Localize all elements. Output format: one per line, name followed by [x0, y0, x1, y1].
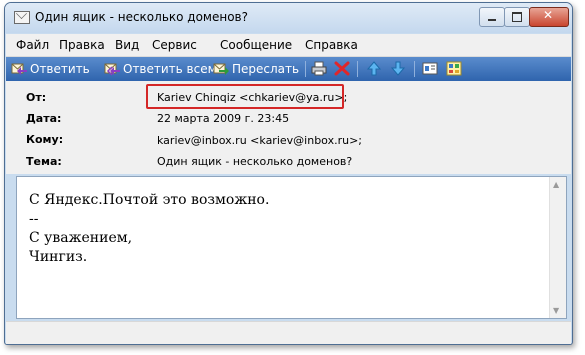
encoding-icon	[446, 61, 462, 76]
menu-help[interactable]: Справка	[305, 38, 358, 52]
menu-file[interactable]: Файл	[16, 38, 49, 52]
message-text: С Яндекс.Почтой это возможно. -- С уваже…	[29, 191, 269, 267]
message-line: С уважением,	[29, 230, 133, 246]
vertical-scrollbar[interactable]: ▲ ▼	[549, 177, 566, 318]
status-bar	[6, 321, 571, 344]
delete-button[interactable]	[334, 60, 352, 78]
forward-button[interactable]: Переслать	[213, 60, 301, 78]
next-icon	[390, 61, 406, 76]
scroll-up-icon[interactable]: ▲	[553, 180, 559, 189]
print-icon	[311, 61, 327, 76]
next-button[interactable]	[390, 60, 408, 78]
date-value: 22 марта 2009 г. 23:45	[157, 112, 290, 125]
envelope-icon	[14, 11, 30, 24]
reply-button[interactable]: Ответить	[11, 60, 99, 78]
toolbar-separator	[305, 61, 306, 77]
forward-icon	[213, 63, 229, 75]
forward-label: Переслать	[232, 62, 300, 76]
date-label: Дата:	[26, 112, 62, 125]
contacts-icon	[422, 62, 438, 75]
subject-label: Тема:	[26, 155, 62, 168]
message-line: Чингиз.	[29, 249, 88, 265]
print-button[interactable]	[311, 60, 329, 78]
sender-highlight-box	[146, 84, 344, 109]
menu-bar: Файл Правка Вид Сервис Сообщение Справка	[6, 34, 571, 57]
menu-edit[interactable]: Правка	[59, 38, 105, 52]
message-body[interactable]: С Яндекс.Почтой это возможно. -- С уваже…	[16, 176, 567, 319]
encoding-button[interactable]	[446, 60, 464, 78]
minimize-button[interactable]	[479, 7, 505, 27]
reply-all-label: Ответить всем	[123, 62, 217, 76]
delete-icon	[334, 61, 350, 76]
menu-view[interactable]: Вид	[115, 38, 139, 52]
mail-window: Один ящик - несколько доменов? Файл Прав…	[4, 2, 573, 345]
to-value[interactable]: kariev@inbox.ru <kariev@inbox.ru>;	[157, 134, 362, 147]
message-line: --	[29, 211, 39, 227]
previous-icon	[366, 61, 382, 76]
previous-button[interactable]	[366, 60, 384, 78]
menu-tools[interactable]: Сервис	[152, 38, 197, 52]
from-label: От:	[26, 91, 47, 104]
menu-message[interactable]: Сообщение	[220, 38, 292, 52]
window-title: Один ящик - несколько доменов?	[35, 10, 248, 24]
toolbar-separator	[414, 61, 415, 77]
toolbar: Ответить Ответить всем Переслать	[6, 57, 571, 81]
toolbar-separator	[357, 61, 358, 77]
maximize-button[interactable]	[504, 7, 530, 27]
subject-value: Один ящик - несколько доменов?	[157, 155, 353, 168]
reply-all-icon	[104, 63, 120, 76]
message-line: С Яндекс.Почтой это возможно.	[29, 192, 270, 208]
scroll-down-icon[interactable]: ▼	[553, 306, 559, 315]
close-button[interactable]	[529, 7, 569, 27]
contacts-button[interactable]	[422, 60, 440, 78]
reply-all-button[interactable]: Ответить всем	[104, 60, 217, 78]
reply-icon	[11, 63, 27, 75]
to-label: Кому:	[26, 133, 64, 146]
reply-label: Ответить	[30, 62, 90, 76]
title-bar[interactable]: Один ящик - несколько доменов?	[5, 3, 572, 33]
